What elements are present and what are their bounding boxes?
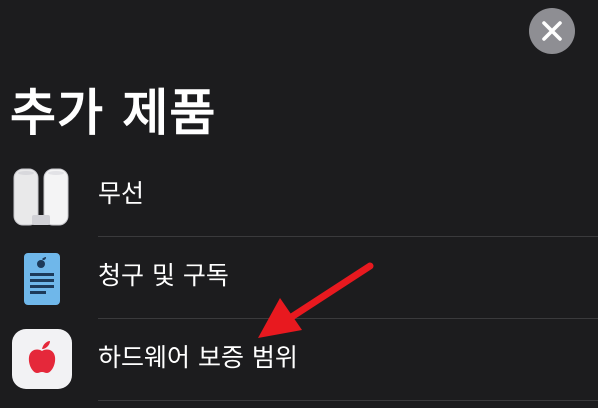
list-item-wireless[interactable]: 무선 [0,155,598,237]
page-title: 추가 제품 [10,84,217,142]
close-button[interactable] [529,8,575,54]
list-item-label: 청구 및 구독 [98,261,229,290]
airport-icon [13,168,69,226]
list-item-label: 무선 [98,179,145,208]
screen: 추가 제품 무선 청구 및 구독 하드웨어 보증 범위 [0,0,598,408]
list-item-label: 하드웨어 보증 범위 [98,343,298,372]
separator [98,400,598,401]
product-list: 무선 청구 및 구독 하드웨어 보증 범위 [0,155,598,401]
receipt-icon [24,253,60,305]
close-icon [542,21,562,41]
list-item-hardware-coverage[interactable]: 하드웨어 보증 범위 [0,319,598,401]
list-item-billing[interactable]: 청구 및 구독 [0,237,598,319]
apple-logo-icon [12,329,72,389]
